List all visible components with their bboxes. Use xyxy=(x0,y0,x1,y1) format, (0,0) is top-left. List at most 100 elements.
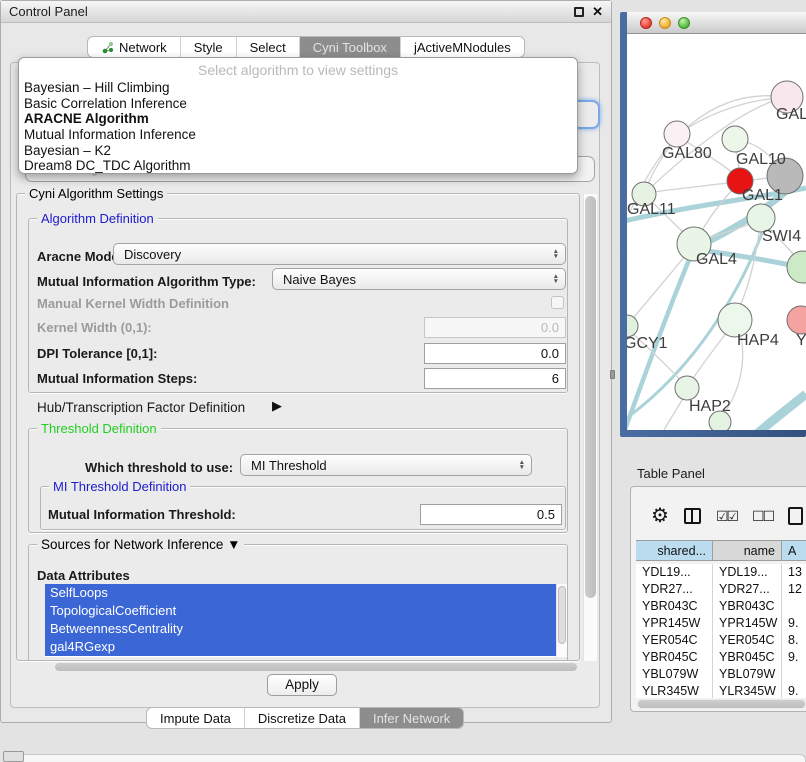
table-row[interactable]: YDL19... YDL19... 13 xyxy=(636,564,806,581)
settings-hscrollbar-track[interactable] xyxy=(20,662,580,672)
kernel-width-input[interactable]: 0.0 xyxy=(424,317,566,338)
table-row[interactable]: YER054C YER054C 8. xyxy=(636,632,806,649)
mi-threshold-label: Mutual Information Threshold: xyxy=(48,507,236,522)
node-label: Y xyxy=(796,332,806,349)
node-label: HAP2 xyxy=(689,398,731,415)
node-label: HAP4 xyxy=(737,332,779,349)
node[interactable] xyxy=(664,121,690,147)
screen: Control Panel ✕ Network Style Select Cyn… xyxy=(0,0,806,762)
column-header-name[interactable]: name xyxy=(713,541,782,560)
table-row[interactable]: YBL079W YBL079W xyxy=(636,666,806,683)
node[interactable] xyxy=(627,315,638,337)
mi-threshold-input[interactable]: 0.5 xyxy=(420,504,562,525)
attributes-scrollbar-track[interactable] xyxy=(556,584,567,657)
popup-item-aracne[interactable]: ARACNE Algorithm xyxy=(19,111,577,127)
collapsed-panel-button[interactable] xyxy=(3,751,24,762)
table-panel-title: Table Panel xyxy=(637,466,705,481)
table-row[interactable]: YBR043C YBR043C xyxy=(636,598,806,615)
tab-impute-data[interactable]: Impute Data xyxy=(147,708,245,728)
table-hscrollbar-track[interactable] xyxy=(636,699,806,709)
table-row[interactable]: YDR27... YDR27... 12 xyxy=(636,581,806,598)
list-item[interactable]: BetweennessCentrality xyxy=(45,620,556,638)
control-panel-titlebar[interactable]: Control Panel ✕ xyxy=(1,1,611,23)
dpi-tolerance-input[interactable]: 0.0 xyxy=(424,343,566,364)
sources-group-title[interactable]: Sources for Network Inference ▼ xyxy=(37,537,244,552)
popup-item-dream8[interactable]: Dream8 DC_TDC Algorithm xyxy=(19,158,577,174)
apply-button[interactable]: Apply xyxy=(267,674,337,696)
node[interactable] xyxy=(722,126,748,152)
settings-hscrollbar-thumb[interactable] xyxy=(55,663,577,671)
close-traffic-light-icon[interactable] xyxy=(640,17,652,29)
network-window-titlebar[interactable] xyxy=(627,12,806,34)
combo-arrows-icon: ▲▼ xyxy=(553,274,565,284)
control-panel-tabbar: Network Style Select Cyni Toolbox jActiv… xyxy=(87,36,525,58)
table-panel: ⚙ ☑☑ ☐☐ shared... name A YDL19... YDL19.… xyxy=(630,486,806,712)
algorithm-definition-title: Algorithm Definition xyxy=(37,211,158,226)
mi-algorithm-type-combo[interactable]: Naive Bayes ▲▼ xyxy=(272,268,566,290)
manual-kernel-width-label: Manual Kernel Width Definition xyxy=(37,296,229,311)
node[interactable] xyxy=(675,376,699,400)
tab-select[interactable]: Select xyxy=(237,37,300,57)
bottom-tabbar: Impute Data Discretize Data Infer Networ… xyxy=(146,707,464,729)
popup-item-basic-correlation[interactable]: Basic Correlation Inference xyxy=(19,96,577,112)
columns-icon[interactable] xyxy=(684,508,701,524)
column-header-shared-name[interactable]: shared... xyxy=(636,541,713,560)
minimize-traffic-light-icon[interactable] xyxy=(659,17,671,29)
node[interactable] xyxy=(787,251,806,283)
kernel-width-label: Kernel Width (0,1): xyxy=(37,320,152,335)
node-label: GAL80 xyxy=(662,145,712,162)
aracne-mode-combo[interactable]: Discovery ▲▼ xyxy=(113,243,566,265)
tab-cyni-toolbox[interactable]: Cyni Toolbox xyxy=(300,37,401,57)
node-label: GAL11 xyxy=(627,201,676,218)
manual-kernel-width-checkbox[interactable] xyxy=(551,296,564,309)
table-body: YDL19... YDL19... 13 YDR27... YDR27... 1… xyxy=(636,564,806,698)
popup-placeholder: Select algorithm to view settings xyxy=(19,60,577,80)
table-hscrollbar-thumb[interactable] xyxy=(638,700,805,708)
table-header: shared... name A xyxy=(636,540,806,561)
popup-item-bayesian-hill-climbing[interactable]: Bayesian – Hill Climbing xyxy=(19,80,577,96)
table-toolbar: ⚙ ☑☑ ☐☐ xyxy=(651,505,805,527)
hub-definition-expander-label[interactable]: Hub/Transcription Factor Definition xyxy=(37,400,245,415)
tab-style[interactable]: Style xyxy=(181,37,237,57)
column-header-partial[interactable]: A xyxy=(782,541,806,560)
splitter-grip[interactable] xyxy=(610,370,615,379)
float-window-icon[interactable] xyxy=(574,7,584,17)
attributes-scrollbar-thumb[interactable] xyxy=(558,586,566,644)
zoom-traffic-light-icon[interactable] xyxy=(678,17,690,29)
settings-scrollbar-track[interactable] xyxy=(583,194,597,661)
combo-arrows-icon: ▲▼ xyxy=(519,460,531,470)
new-table-icon[interactable] xyxy=(788,507,803,525)
select-all-checks-icon[interactable]: ☑☑ xyxy=(716,508,737,525)
node-label: GAL1 xyxy=(742,187,783,204)
node[interactable] xyxy=(787,306,806,334)
combo-arrows-icon: ▲▼ xyxy=(553,249,565,259)
network-icon xyxy=(101,41,114,54)
table-row[interactable]: YLR345W YLR345W 9. xyxy=(636,683,806,698)
mi-steps-label: Mutual Information Steps: xyxy=(37,371,197,386)
list-item[interactable]: gal4RGexp xyxy=(45,638,556,656)
list-item[interactable]: SelfLoops xyxy=(45,584,556,602)
gear-icon[interactable]: ⚙ xyxy=(651,506,669,526)
popup-item-bayesian-k2[interactable]: Bayesian – K2 xyxy=(19,143,577,159)
tab-jactivemnodules[interactable]: jActiveMNodules xyxy=(401,37,524,57)
settings-group-title: Cyni Algorithm Settings xyxy=(25,186,167,201)
which-threshold-label: Which threshold to use: xyxy=(85,460,233,475)
network-graph: GAL GAL80 GAL10 GAL1 GAL11 SWI4 GAL4 GCY… xyxy=(627,34,806,430)
tab-infer-network[interactable]: Infer Network xyxy=(360,708,463,728)
list-item[interactable]: TopologicalCoefficient xyxy=(45,602,556,620)
dpi-tolerance-label: DPI Tolerance [0,1]: xyxy=(37,346,157,361)
mi-steps-input[interactable]: 6 xyxy=(424,368,566,389)
which-threshold-combo[interactable]: MI Threshold ▲▼ xyxy=(240,454,532,476)
deselect-all-checks-icon[interactable]: ☐☐ xyxy=(752,508,773,525)
popup-item-mutual-information[interactable]: Mutual Information Inference xyxy=(19,127,577,143)
mi-threshold-definition-title: MI Threshold Definition xyxy=(49,479,190,494)
expander-arrow-icon[interactable]: ▶ xyxy=(272,398,282,414)
tab-discretize-data[interactable]: Discretize Data xyxy=(245,708,360,728)
table-row[interactable]: YPR145W YPR145W 9. xyxy=(636,615,806,632)
table-row[interactable]: YBR045C YBR045C 9. xyxy=(636,649,806,666)
algorithm-combo-focus-fragment[interactable] xyxy=(578,100,600,129)
close-icon[interactable]: ✕ xyxy=(592,7,603,17)
tab-network[interactable]: Network xyxy=(88,37,181,57)
data-attributes-list: SelfLoops TopologicalCoefficient Between… xyxy=(45,584,556,657)
settings-scrollbar-thumb[interactable] xyxy=(585,196,596,598)
